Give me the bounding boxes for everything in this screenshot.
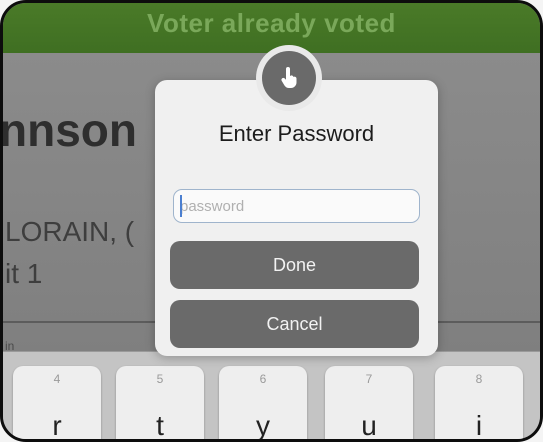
key-number: 8: [475, 372, 483, 386]
key-letter: i: [475, 410, 483, 441]
key-number: 4: [53, 372, 61, 386]
key-number: 6: [259, 372, 267, 386]
key-number: 7: [365, 372, 373, 386]
password-dialog: Enter Password Done Cancel: [155, 80, 438, 356]
text-caret: [180, 195, 182, 217]
key-letter: r: [52, 410, 62, 441]
voter-city-fragment: LORAIN, (: [5, 216, 135, 247]
password-input[interactable]: [173, 189, 420, 223]
key-letter: u: [361, 410, 377, 441]
key-letter: t: [156, 410, 164, 441]
key-u[interactable]: 7 u: [325, 366, 413, 441]
voter-name-fragment: nnson: [0, 104, 137, 156]
cancel-button[interactable]: Cancel: [170, 300, 419, 348]
hand-pointer-icon: [262, 51, 316, 105]
banner-text: Voter already voted: [147, 7, 396, 38]
voter-unit-fragment: it 1: [5, 258, 43, 289]
key-i[interactable]: 8 i: [435, 366, 523, 441]
status-banner: Voter already voted: [3, 3, 540, 53]
on-screen-keyboard: 4 r 5 t 6 y 7 u 8 i: [3, 351, 540, 441]
done-button[interactable]: Done: [170, 241, 419, 289]
device-screen: Voter already voted nnson LORAIN, ( it 1…: [0, 0, 543, 442]
key-letter: y: [256, 410, 270, 441]
dialog-title: Enter Password: [218, 121, 375, 146]
key-y[interactable]: 6 y: [219, 366, 307, 441]
key-r[interactable]: 4 r: [13, 366, 101, 441]
key-t[interactable]: 5 t: [116, 366, 204, 441]
key-number: 5: [156, 372, 164, 386]
